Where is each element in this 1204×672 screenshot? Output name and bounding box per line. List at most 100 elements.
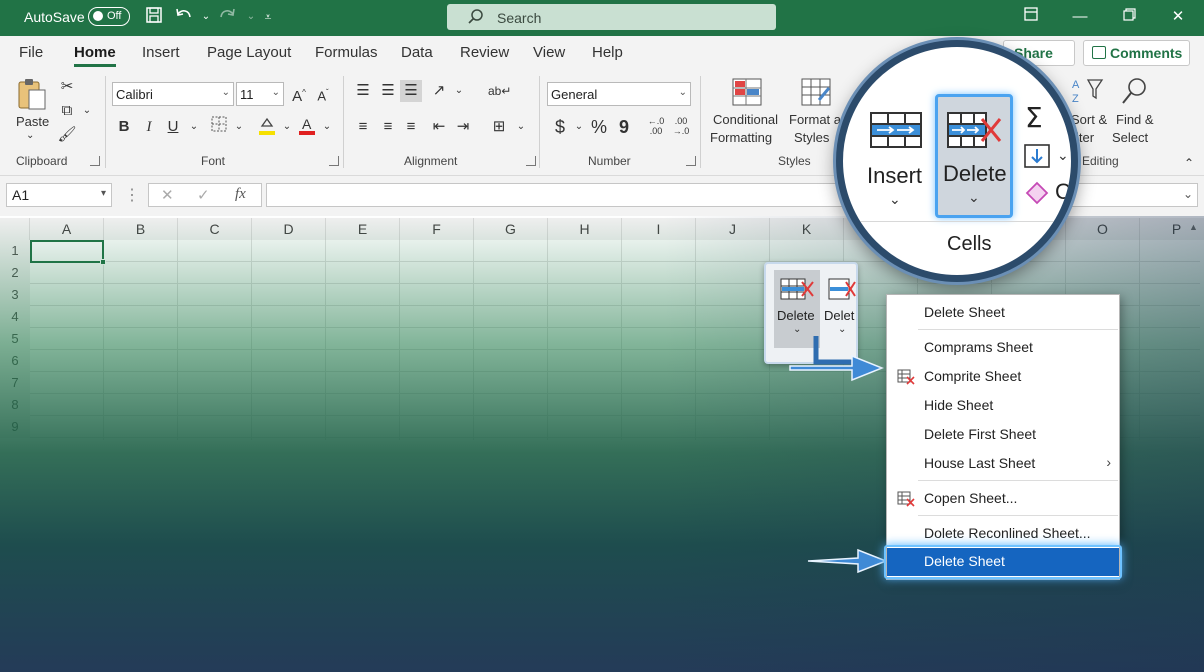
conditional-formatting-button[interactable]: Conditional Formatting [710,78,786,150]
wrap-text-icon[interactable]: ab↵ [488,80,511,102]
merge-dropdown-icon[interactable]: ⌄ [510,116,532,138]
fill-color-dropdown-icon[interactable]: ⌄ [276,116,298,138]
ribbon-display-icon[interactable] [1011,4,1051,30]
format-painter-icon[interactable]: 🖌 [56,124,78,146]
mini-delete-partial-label: Delet [824,308,855,323]
enter-icon[interactable]: ✓ [197,186,210,204]
align-right-icon[interactable]: ≡ [400,116,422,138]
customize-icon[interactable]: ⩡ [257,6,279,28]
copy-icon[interactable]: ⧉ [56,100,78,122]
underline-button[interactable]: U [162,116,184,138]
conditional-formatting-line2: Formatting [710,130,773,145]
cancel-icon[interactable]: ✕ [161,186,174,204]
menu-item-house-last-sheet[interactable]: House Last Sheet › [887,450,1119,478]
decrease-indent-icon[interactable]: ⇤ [428,116,450,138]
align-top-icon[interactable]: ☰ [352,80,374,102]
number-launcher-icon[interactable] [686,156,696,166]
font-color-dropdown-icon[interactable]: ⌄ [316,116,338,138]
merge-center-icon[interactable]: ⊞ [488,116,510,138]
menu-item-comprite-sheet[interactable]: Comprite Sheet [887,363,1119,391]
format-as-table-button[interactable]: Format a Styles [788,78,844,150]
cut-icon[interactable]: ✂ [56,76,78,98]
fill-icon[interactable] [1023,143,1053,171]
fill-color-icon[interactable] [256,116,278,138]
tab-help[interactable]: Help [592,44,623,61]
menu-item-delete-first-sheet[interactable]: Delete First Sheet [887,421,1119,449]
increase-decimal-icon[interactable]: ←.0.00 [645,116,667,138]
borders-dropdown-icon[interactable]: ⌄ [228,116,250,138]
search-box[interactable]: Search [447,4,776,30]
expand-formula-icon[interactable]: ⌄ [1183,187,1193,201]
comments-button[interactable]: Comments [1083,40,1190,66]
align-bottom-icon[interactable]: ☰ [400,80,422,102]
font-size-select[interactable]: 11 ⌄ [236,82,284,106]
svg-text:Z: Z [1072,93,1079,105]
redo-icon[interactable] [216,6,238,28]
autosave-toggle[interactable]: Off [88,7,130,26]
alignment-launcher-icon[interactable] [526,156,536,166]
tab-data[interactable]: Data [401,44,433,61]
delete-dropdown-icon: ⌄ [968,189,980,205]
clipboard-group-label: Clipboard [16,154,68,168]
insert-function-button[interactable]: fx [235,186,246,203]
tab-file[interactable]: File [19,44,43,61]
tab-review[interactable]: Review [460,44,509,61]
collapse-ribbon-icon[interactable]: ⌃ [1178,152,1200,174]
menu-item-label: Comprams Sheet [924,339,1033,355]
currency-dropdown-icon[interactable]: ⌄ [568,116,590,138]
borders-icon[interactable] [208,116,230,138]
save-icon[interactable] [143,6,165,28]
tab-home[interactable]: Home [74,44,116,67]
restore-icon[interactable] [1109,4,1149,30]
delete-button[interactable]: Delete ⌄ [935,94,1013,218]
decrease-font-icon[interactable]: Aˇ [312,82,334,104]
menu-item-delete-sheet[interactable]: Delete Sheet [887,299,1119,327]
menu-item-hide-sheet[interactable]: Hide Sheet [887,392,1119,420]
insert-dropdown-icon[interactable]: ⌄ [889,191,901,208]
font-group-label: Font [201,154,226,168]
font-name-select[interactable]: Calibri ⌄ [112,82,234,106]
bold-button[interactable]: B [113,116,135,138]
font-color-icon[interactable]: A [296,116,318,138]
menu-item-copen-sheet[interactable]: Copen Sheet... [887,485,1119,513]
chevron-down-icon: ⌄ [221,87,230,98]
copy-dropdown-icon[interactable]: ⌄ [76,100,98,122]
align-left-icon[interactable]: ≡ [352,116,374,138]
increase-font-icon[interactable]: A^ [288,82,310,105]
menu-item-comprams-sheet[interactable]: Comprams Sheet [887,334,1119,362]
tab-page-layout[interactable]: Page Layout [207,44,291,61]
minimize-icon[interactable]: — [1060,4,1100,30]
menu-item-dolete-reconlined-sheet[interactable]: Dolete Reconlined Sheet... [887,520,1119,548]
insert-label[interactable]: Insert [867,163,922,189]
paste-button[interactable]: Paste ⌄ [14,76,54,150]
autosum-icon[interactable]: Σ [1023,103,1053,131]
undo-dropdown-icon[interactable]: ⌄ [195,6,217,28]
fill-dropdown-icon[interactable]: ⌄ [1057,147,1069,164]
number-format-select[interactable]: General ⌄ [547,82,691,106]
tab-insert[interactable]: Insert [142,44,180,61]
clipboard-launcher-icon[interactable] [90,156,100,166]
orientation-icon[interactable]: ↗ [428,80,450,102]
increase-indent-icon[interactable]: ⇥ [452,116,474,138]
percent-button[interactable]: % [588,116,610,138]
clear-eraser-icon[interactable] [1023,177,1053,205]
orientation-dropdown-icon[interactable]: ⌄ [448,80,470,102]
italic-button[interactable]: I [138,116,160,138]
alignment-group-label: Alignment [404,154,458,168]
tab-formulas[interactable]: Formulas [315,44,378,61]
format-as-table-line2: Styles [794,130,830,145]
align-middle-icon[interactable]: ☰ [377,80,399,102]
underline-dropdown-icon[interactable]: ⌄ [183,116,205,138]
tab-view[interactable]: View [533,44,565,61]
comma-style-button[interactable]: 9 [613,116,635,138]
menu-item-delete-sheet-highlighted[interactable]: Delete Sheet [887,548,1119,576]
align-center-icon[interactable]: ≡ [377,116,399,138]
decrease-decimal-icon[interactable]: .00 →.0 [670,116,692,138]
name-box[interactable]: A1 ▾ [6,183,112,207]
find-select-button[interactable]: Find & Select [1112,76,1162,150]
font-launcher-icon[interactable] [329,156,339,166]
close-icon[interactable]: ✕ [1158,4,1198,30]
pointer-arrow-lower [807,548,889,574]
undo-icon[interactable] [173,6,195,28]
menu-item-label: Comprite Sheet [924,368,1022,384]
